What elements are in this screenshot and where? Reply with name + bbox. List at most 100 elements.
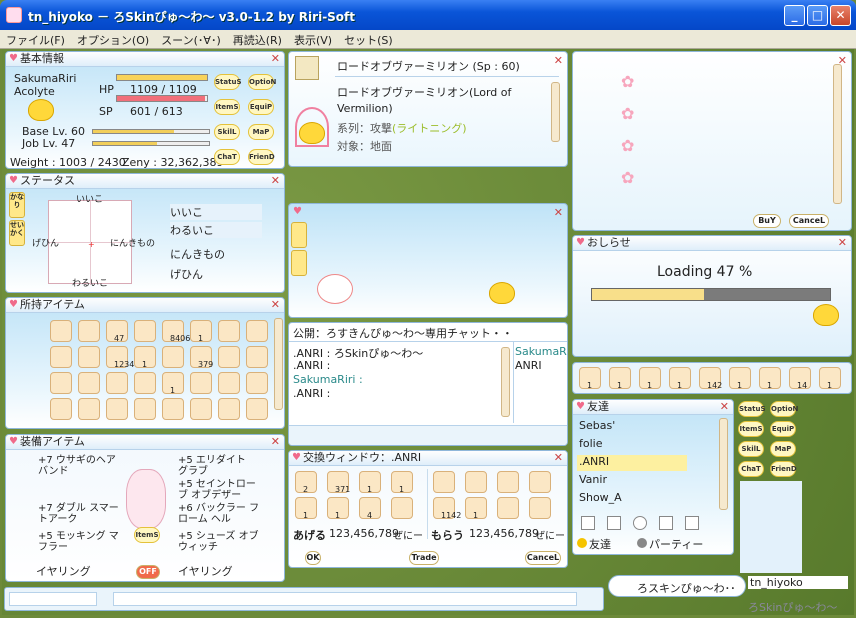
close-icon[interactable]: ✕ — [271, 435, 280, 449]
scrollbar[interactable] — [719, 418, 728, 510]
cancel-button[interactable]: CanceL — [789, 214, 829, 228]
status-item-vulgar[interactable]: げひん — [170, 266, 203, 282]
menu-set[interactable]: セット(S) — [338, 30, 399, 50]
status-item-bad[interactable]: わるいこ — [170, 222, 262, 238]
inventory-slot[interactable] — [246, 372, 268, 394]
inventory-slot[interactable] — [246, 320, 268, 342]
friend-item[interactable]: folie — [577, 437, 687, 453]
party-tab[interactable]: パーティー — [649, 536, 703, 552]
equip-shoes[interactable]: +5 シューズ オブ ウィッチ — [178, 531, 264, 553]
friend-item[interactable]: Sebas' — [577, 419, 687, 435]
inventory-slot[interactable] — [50, 320, 72, 342]
equip-acc-left[interactable]: イヤリング — [36, 563, 91, 579]
mini-map-button[interactable]: MaP — [770, 441, 796, 457]
inventory-slot[interactable] — [162, 398, 184, 420]
mini-friend-button[interactable]: FrienD — [770, 461, 797, 477]
mini-status-button[interactable]: StatuS — [738, 401, 765, 417]
status-header[interactable]: ♥ ステータス ✕ — [6, 174, 284, 189]
equip-head[interactable]: +7 ウサギのヘアバンド — [38, 455, 116, 477]
menu-options[interactable]: オプション(O) — [71, 30, 155, 50]
friend-item[interactable]: Show_A — [577, 491, 687, 507]
add-friend-icon[interactable] — [581, 516, 595, 530]
off-button[interactable]: OFF — [136, 565, 160, 579]
option-button[interactable]: OptioN — [248, 74, 276, 90]
equip-shield[interactable]: +6 バックラー フローム ヘル — [178, 503, 264, 525]
dock-bubble[interactable]: ろスキンぴゅ～わ･･ — [608, 575, 746, 597]
trade-get-slot[interactable] — [497, 471, 519, 493]
friend-item[interactable]: Vanir — [577, 473, 687, 489]
inventory-slot[interactable] — [50, 372, 72, 394]
ok-button[interactable]: OK — [305, 551, 321, 565]
close-icon[interactable]: ✕ — [271, 174, 280, 188]
status-item-popular[interactable]: にんきもの — [170, 246, 225, 262]
help-icon[interactable] — [633, 516, 647, 530]
menu-file[interactable]: ファイル(F) — [0, 30, 71, 50]
equip-armor[interactable]: +5 セイントローブ オブデザー — [178, 479, 264, 501]
side-tab-2[interactable] — [291, 250, 307, 276]
message-icon[interactable] — [607, 516, 621, 530]
member-2[interactable]: ANRI — [515, 359, 542, 372]
inventory-slot[interactable] — [190, 398, 212, 420]
equip-gloves[interactable]: +5 エリダイト グラブ — [178, 455, 258, 477]
buy-button[interactable]: BuY — [753, 214, 781, 228]
trade-get-slot[interactable] — [497, 497, 519, 519]
inventory-slot[interactable] — [246, 346, 268, 368]
party-tab-dot[interactable] — [637, 538, 647, 548]
inventory-slot[interactable] — [78, 398, 100, 420]
inventory-slot[interactable] — [134, 320, 156, 342]
friends-tab-dot[interactable] — [577, 538, 587, 548]
equip-garment[interactable]: +5 モッキング マフラー — [38, 531, 124, 553]
trade-get-slot[interactable] — [433, 471, 455, 493]
friend-item-selected[interactable]: .ANRI — [577, 455, 687, 471]
map-button[interactable]: MaP — [248, 124, 274, 140]
menu-view[interactable]: 表示(V) — [288, 30, 338, 50]
friend-button[interactable]: FrienD — [248, 149, 275, 165]
equip-acc-right[interactable]: イヤリング — [178, 563, 233, 579]
status-button[interactable]: StatuS — [214, 74, 241, 90]
trade-get-slot[interactable] — [465, 471, 487, 493]
inventory-slot[interactable] — [134, 372, 156, 394]
close-icon[interactable]: ✕ — [554, 451, 563, 465]
inventory-slot[interactable] — [190, 372, 212, 394]
trade-give-slot[interactable] — [391, 497, 413, 519]
maximize-button[interactable]: □ — [807, 5, 828, 26]
search-icon[interactable] — [659, 516, 673, 530]
close-icon[interactable]: ✕ — [554, 54, 563, 67]
chat-input[interactable] — [289, 425, 567, 445]
trade-button[interactable]: Trade — [409, 551, 439, 565]
menu-soon[interactable]: スーン(･∀･) — [155, 30, 227, 50]
mini-items-button[interactable]: ItemS — [738, 421, 764, 437]
close-button[interactable]: ✕ — [830, 5, 851, 26]
close-icon[interactable]: ✕ — [271, 298, 280, 312]
side-tab-seikaku[interactable]: せいかく — [9, 220, 25, 246]
scrollbar[interactable] — [833, 64, 842, 204]
inventory-slot[interactable] — [78, 320, 100, 342]
inventory-slot[interactable] — [218, 346, 240, 368]
items-button[interactable]: ItemS — [214, 99, 240, 115]
inventory-slot[interactable] — [50, 398, 72, 420]
trade-cancel-button[interactable]: CanceL — [525, 551, 561, 565]
side-tab-1[interactable] — [291, 222, 307, 248]
trade-get-slot[interactable] — [529, 471, 551, 493]
close-icon[interactable]: ✕ — [838, 236, 847, 250]
close-icon[interactable]: ✕ — [271, 52, 280, 66]
equipment-header[interactable]: ♥ 装備アイテム ✕ — [6, 435, 284, 450]
inventory-slot[interactable] — [78, 346, 100, 368]
inventory-slot[interactable] — [162, 346, 184, 368]
inventory-slot[interactable] — [218, 398, 240, 420]
trade-header[interactable]: ♥ 交換ウィンドウ：.ANRI ✕ — [289, 451, 567, 466]
mini-chat-button[interactable]: ChaT — [738, 461, 764, 477]
side-tab-kanari[interactable]: かなり — [9, 192, 25, 218]
inventory-slot[interactable] — [106, 398, 128, 420]
minimize-button[interactable]: _ — [784, 5, 805, 26]
whisper-target-input[interactable] — [9, 592, 97, 606]
items-button[interactable]: ItemS — [134, 527, 160, 543]
chat-button[interactable]: ChaT — [214, 149, 240, 165]
equip-weapon[interactable]: +7 ダブル スマートアーク — [38, 503, 124, 525]
menu-reload[interactable]: 再読込(R) — [227, 30, 288, 50]
mini-option-button[interactable]: OptioN — [770, 401, 798, 417]
inventory-slot[interactable] — [134, 398, 156, 420]
inventory-slot[interactable] — [218, 320, 240, 342]
inventory-slot[interactable] — [106, 372, 128, 394]
close-icon[interactable]: ✕ — [554, 206, 563, 219]
